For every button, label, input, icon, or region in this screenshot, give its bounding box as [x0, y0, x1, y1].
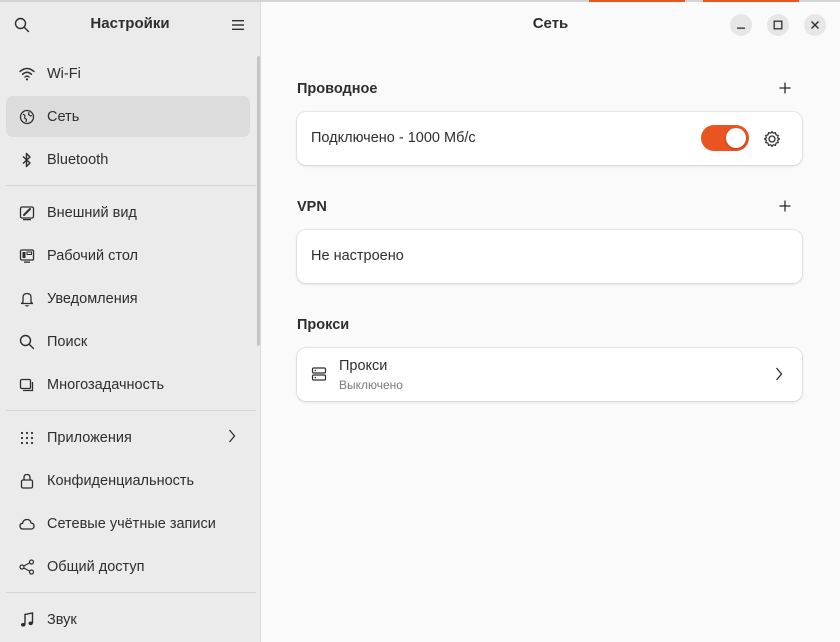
sidebar-item-network[interactable]: Сеть [6, 96, 250, 137]
apps-grid-icon [18, 429, 36, 447]
main-menu-button[interactable] [226, 13, 250, 37]
sidebar-item-label: Уведомления [47, 290, 138, 307]
multitasking-icon [18, 376, 36, 394]
appearance-icon [18, 204, 36, 222]
sidebar-item-online-accounts[interactable]: Сетевые учётные записи [6, 503, 250, 544]
page-title: Сеть [532, 15, 569, 32]
top-stripe [0, 0, 840, 2]
sidebar-item-appearance[interactable]: Внешний вид [6, 192, 250, 233]
chevron-right-icon [228, 429, 236, 447]
network-icon [18, 108, 36, 126]
vpn-card: Не настроено [297, 230, 802, 283]
proxy-section-title: Прокси [297, 317, 350, 333]
vpn-section-title: VPN [297, 199, 327, 215]
main-panel: Сеть Проводное Подключено - 1000 Мб/с VP… [261, 0, 840, 642]
bell-icon [18, 290, 36, 308]
sidebar-item-label: Сеть [47, 108, 80, 125]
sidebar-item-bluetooth[interactable]: Bluetooth [6, 139, 250, 180]
lock-icon [18, 472, 36, 490]
desktop-icon [18, 247, 36, 265]
sidebar-item-apps[interactable]: Приложения [6, 417, 250, 458]
close-icon [811, 21, 819, 29]
proxy-row[interactable]: Прокси Выключено [297, 348, 802, 401]
settings-window: Настройки Wi-Fi Сеть Bluetooth Внешний в… [0, 0, 840, 642]
proxy-row-status: Выключено [339, 378, 403, 392]
sidebar-item-desktop[interactable]: Рабочий стол [6, 235, 250, 276]
hamburger-icon [232, 20, 244, 30]
toggle-knob [726, 128, 746, 148]
sidebar-item-label: Внешний вид [47, 204, 137, 221]
wired-settings-button[interactable] [762, 129, 782, 149]
sidebar-list: Wi-Fi Сеть Bluetooth Внешний вид Рабочий… [0, 53, 256, 642]
sidebar-item-label: Рабочий стол [47, 247, 139, 264]
top-accent-2 [703, 0, 799, 2]
sidebar-item-wifi[interactable]: Wi-Fi [6, 53, 250, 94]
plus-icon [779, 200, 791, 212]
sidebar-item-sharing[interactable]: Общий доступ [6, 546, 250, 587]
sidebar-title: Настройки [90, 15, 170, 32]
wired-connection-label: Подключено - 1000 Мб/с [311, 130, 476, 146]
sidebar-separator [6, 592, 256, 593]
minimize-icon [737, 27, 745, 29]
bluetooth-icon [18, 151, 36, 169]
sidebar-item-multitasking[interactable]: Многозадачность [6, 364, 250, 405]
sidebar-item-search[interactable]: Поиск [6, 321, 250, 362]
search-icon [18, 333, 36, 351]
maximize-button[interactable] [767, 14, 789, 36]
sidebar-item-label: Общий доступ [47, 558, 145, 575]
sidebar-item-notifications[interactable]: Уведомления [6, 278, 250, 319]
close-button[interactable] [804, 14, 826, 36]
cloud-icon [18, 515, 36, 533]
sidebar-item-label: Поиск [47, 333, 88, 350]
wired-toggle-switch[interactable] [701, 125, 749, 151]
vpn-status-label: Не настроено [311, 248, 404, 264]
sidebar-scrollbar[interactable] [257, 56, 260, 346]
sidebar: Настройки Wi-Fi Сеть Bluetooth Внешний в… [0, 0, 261, 642]
wifi-icon [18, 65, 36, 83]
wired-section-title: Проводное [297, 81, 378, 97]
sidebar-item-label: Сетевые учётные записи [47, 515, 216, 532]
plus-icon [779, 82, 791, 94]
sidebar-item-label: Bluetooth [47, 151, 109, 168]
sidebar-header: Настройки [0, 0, 260, 50]
server-icon [311, 366, 327, 382]
add-vpn-button[interactable] [776, 197, 794, 215]
maximize-icon [773, 20, 783, 30]
chevron-right-icon [775, 367, 783, 386]
share-icon [18, 558, 36, 576]
sidebar-item-label: Звук [47, 611, 77, 628]
music-note-icon [18, 611, 36, 629]
wired-connection-card: Подключено - 1000 Мб/с [297, 112, 802, 165]
sidebar-item-label: Конфиденциальность [47, 472, 195, 489]
sidebar-item-label: Wi-Fi [47, 65, 81, 82]
sidebar-item-label: Приложения [47, 429, 132, 446]
sidebar-item-label: Многозадачность [47, 376, 165, 393]
minimize-button[interactable] [730, 14, 752, 36]
add-wired-button[interactable] [776, 79, 794, 97]
gear-icon [763, 130, 781, 148]
sidebar-separator [6, 410, 256, 411]
top-accent-1 [589, 0, 685, 2]
proxy-row-label: Прокси [339, 358, 388, 374]
sidebar-item-sound[interactable]: Звук [6, 599, 250, 640]
sidebar-item-privacy[interactable]: Конфиденциальность [6, 460, 250, 501]
sidebar-separator [6, 185, 256, 186]
